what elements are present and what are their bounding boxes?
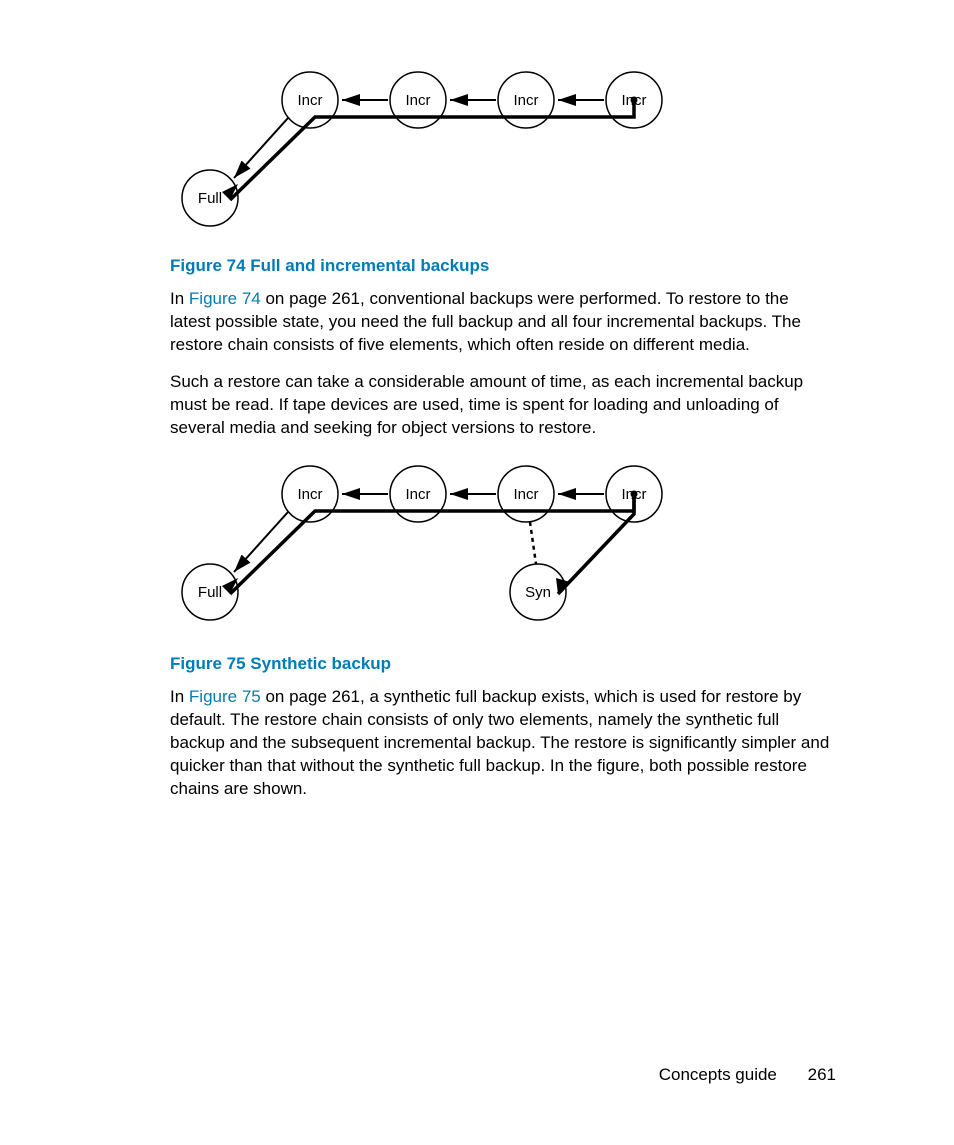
figure-75-link[interactable]: Figure 75 <box>189 687 261 706</box>
node-incr: Incr <box>405 92 430 109</box>
figure-74-link[interactable]: Figure 74 <box>189 289 261 308</box>
text: In <box>170 289 189 308</box>
node-syn: Syn <box>525 584 551 601</box>
figure-75-title: Figure 75 Synthetic backup <box>170 653 834 676</box>
text: on page 261, a synthetic full backup exi… <box>170 687 829 798</box>
node-incr: Incr <box>297 486 322 503</box>
text: on page 261, conventional backups were p… <box>170 289 801 354</box>
page-footer: Concepts guide 261 <box>659 1064 836 1087</box>
node-full: Full <box>198 584 222 601</box>
paragraph: In Figure 75 on page 261, a synthetic fu… <box>170 686 834 801</box>
figure-74-title: Figure 74 Full and incremental backups <box>170 255 834 278</box>
figure-75-diagram: Incr Incr Incr Incr Full Syn <box>180 454 834 636</box>
paragraph: Such a restore can take a considerable a… <box>170 371 834 440</box>
node-incr: Incr <box>513 92 538 109</box>
node-incr: Incr <box>513 486 538 503</box>
node-incr: Incr <box>297 92 322 109</box>
paragraph: In Figure 74 on page 261, conventional b… <box>170 288 834 357</box>
page-number: 261 <box>808 1065 836 1084</box>
node-incr: Incr <box>405 486 430 503</box>
figure-74-diagram: Incr Incr Incr Incr Full <box>180 60 834 237</box>
text: In <box>170 687 189 706</box>
node-full: Full <box>198 190 222 207</box>
footer-label: Concepts guide <box>659 1065 777 1084</box>
